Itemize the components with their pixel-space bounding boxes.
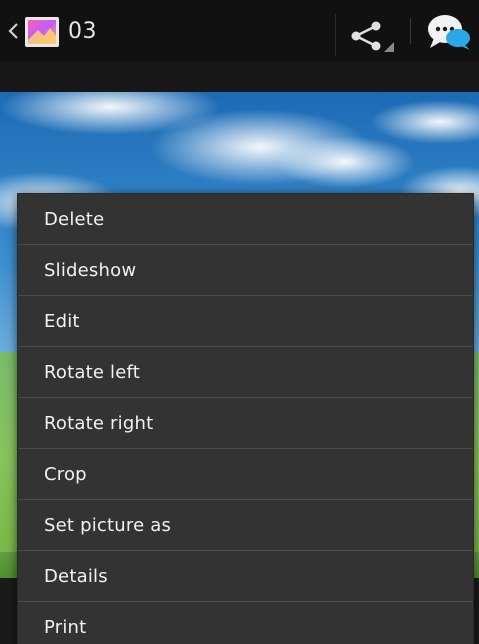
gallery-icon	[25, 17, 59, 47]
menu-item-label: Delete	[44, 209, 105, 230]
overflow-menu: Delete Slideshow Edit Rotate left Rotate…	[17, 193, 474, 644]
chevron-left-icon	[8, 23, 18, 39]
action-bar: 03	[0, 0, 479, 63]
menu-item-label: Set picture as	[44, 515, 172, 536]
gallery-screen: 03 Delete Slideshow Edit Rotate left Rot…	[0, 0, 479, 644]
menu-item-label: Edit	[44, 311, 80, 332]
up-navigation[interactable]: 03	[0, 10, 120, 54]
menu-item-set-picture-as[interactable]: Set picture as	[18, 500, 473, 551]
menu-item-label: Print	[44, 617, 87, 638]
menu-item-rotate-right[interactable]: Rotate right	[18, 398, 473, 449]
menu-item-label: Rotate right	[44, 413, 154, 434]
menu-item-crop[interactable]: Crop	[18, 449, 473, 500]
menu-item-rotate-left[interactable]: Rotate left	[18, 347, 473, 398]
menu-item-slideshow[interactable]: Slideshow	[18, 245, 473, 296]
menu-item-edit[interactable]: Edit	[18, 296, 473, 347]
action-divider	[410, 18, 411, 44]
messaging-icon	[428, 15, 470, 50]
share-icon	[351, 21, 394, 52]
menu-item-label: Details	[44, 566, 108, 587]
menu-item-details[interactable]: Details	[18, 551, 473, 602]
share-button[interactable]	[335, 14, 400, 56]
messaging-button[interactable]	[418, 10, 478, 54]
menu-item-label: Rotate left	[44, 362, 141, 383]
menu-item-print[interactable]: Print	[18, 602, 473, 644]
toolbar-strip	[0, 63, 479, 92]
menu-item-label: Slideshow	[44, 260, 137, 281]
menu-item-delete[interactable]: Delete	[18, 194, 473, 245]
menu-item-label: Crop	[44, 464, 87, 485]
album-title: 03	[68, 19, 97, 44]
